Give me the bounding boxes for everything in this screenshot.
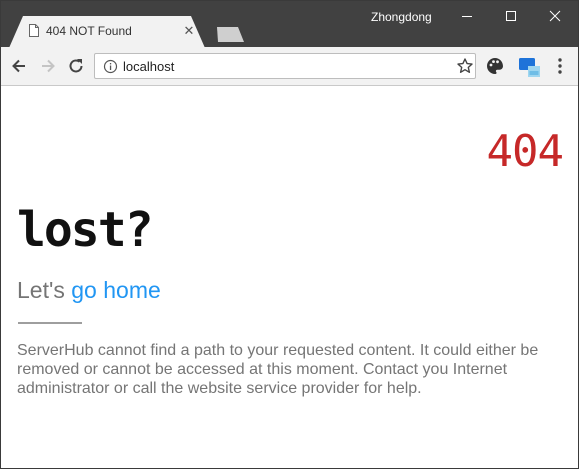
close-window-button[interactable] <box>533 1 577 32</box>
prompt-prefix: Let's <box>17 277 72 303</box>
close-icon <box>549 10 561 22</box>
go-home-link[interactable]: go home <box>71 277 161 303</box>
reload-icon[interactable] <box>66 56 86 76</box>
page-headline: lost? <box>17 202 153 258</box>
minimize-button[interactable] <box>445 1 489 32</box>
new-tab-button[interactable] <box>217 27 244 42</box>
page-icon <box>29 24 39 37</box>
back-arrow-icon[interactable] <box>9 56 29 76</box>
go-home-prompt: Let's go home <box>17 277 161 304</box>
maximize-button[interactable] <box>489 1 533 32</box>
extension-badge-icon[interactable] <box>516 54 542 80</box>
divider <box>18 322 82 324</box>
browser-toolbar: localhost <box>1 47 578 86</box>
bookmark-star-icon[interactable] <box>456 57 474 75</box>
maximize-icon <box>506 11 516 21</box>
page-content: 404 lost? Let's go home ServerHub cannot… <box>1 86 578 468</box>
address-bar[interactable]: localhost <box>94 53 476 79</box>
profile-name[interactable]: Zhongdong <box>371 10 432 24</box>
url-text[interactable]: localhost <box>123 59 174 74</box>
menu-icon[interactable] <box>554 56 566 76</box>
minimize-icon <box>462 16 472 17</box>
tab-close-icon[interactable]: ✕ <box>181 23 197 39</box>
info-icon[interactable] <box>103 59 118 74</box>
browser-window: 404 NOT Found ✕ Zhongdong localhost 404 … <box>0 0 579 469</box>
error-message: ServerHub cannot find a path to your req… <box>17 342 539 397</box>
forward-arrow-icon[interactable] <box>38 56 58 76</box>
browser-tab[interactable]: 404 NOT Found ✕ <box>9 16 205 48</box>
tab-title: 404 NOT Found <box>46 24 132 38</box>
palette-extension-icon[interactable] <box>485 56 505 76</box>
title-bar: 404 NOT Found ✕ Zhongdong <box>1 1 578 48</box>
status-code: 404 <box>486 126 564 177</box>
